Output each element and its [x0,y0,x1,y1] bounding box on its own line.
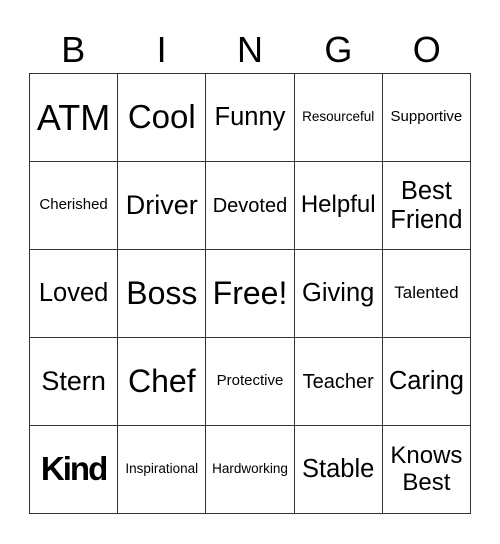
bingo-cell[interactable]: Stable [294,426,383,514]
cell-text: Caring [388,367,464,396]
cell-text: Protective [216,372,284,390]
bingo-cell[interactable]: Helpful [294,162,383,250]
cell-text: Devoted [212,194,288,217]
bingo-cell[interactable]: Cherished [30,162,119,250]
bingo-cell[interactable]: Boss [118,250,207,338]
cell-text: Inspirational [125,461,199,477]
cell-text: Talented [394,283,459,303]
cell-text: Funny [214,103,286,132]
bingo-cell[interactable]: Talented [382,250,471,338]
cell-text: Hardworking [212,461,288,477]
header-letter-b: B [61,29,86,70]
cell-text: ATM [36,96,111,138]
bingo-cell[interactable]: Inspirational [118,426,207,514]
bingo-cell[interactable]: Chef [118,338,207,426]
cell-text: Giving [302,279,375,308]
bingo-cell[interactable]: Driver [118,162,207,250]
cell-text: Best Friend [390,177,463,234]
bingo-cell[interactable]: Loved [30,250,119,338]
bingo-card-grid: ATM Cool Funny Resourceful Supportive Ch… [29,73,471,514]
cell-text: Driver [125,189,198,220]
cell-text: Helpful [300,191,376,219]
cell-text: Stable [302,455,375,484]
bingo-cell[interactable]: Teacher [294,338,383,426]
bingo-cell[interactable]: Resourceful [294,74,383,162]
bingo-cell[interactable]: Knows Best [382,426,471,514]
header-letter-n: N [236,29,263,70]
cell-text: Cherished [39,196,108,214]
bingo-cell[interactable]: Stern [30,338,119,426]
bingo-cell[interactable]: Devoted [206,162,295,250]
bingo-cell[interactable]: Giving [294,250,383,338]
bingo-cell[interactable]: Best Friend [382,162,471,250]
bingo-cell[interactable]: Kind [30,426,119,514]
cell-text: Free! [212,274,288,311]
bingo-cell[interactable]: Cool [118,74,207,162]
cell-text: Stern [41,365,106,396]
bingo-cell[interactable]: ATM [30,74,119,162]
header-letter-i: I [156,29,167,70]
cell-text: Kind [40,450,108,488]
cell-text: Knows Best [390,442,463,496]
cell-text: Boss [126,274,198,311]
free-space-cell[interactable]: Free! [206,250,295,338]
bingo-cell[interactable]: Caring [382,338,471,426]
bingo-cell[interactable]: Hardworking [206,426,295,514]
cell-text: Teacher [302,370,374,393]
cell-text: Loved [38,279,109,308]
bingo-header: B I N G O [29,27,471,73]
cell-text: Cool [127,98,196,136]
bingo-cell[interactable]: Protective [206,338,295,426]
cell-text: Resourceful [302,109,375,125]
bingo-cell[interactable]: Supportive [382,74,471,162]
bingo-cell[interactable]: Funny [206,74,295,162]
cell-text: Supportive [390,108,463,126]
cell-text: Chef [127,362,196,399]
header-letter-o: O [412,29,441,70]
header-letter-g: G [324,29,353,70]
